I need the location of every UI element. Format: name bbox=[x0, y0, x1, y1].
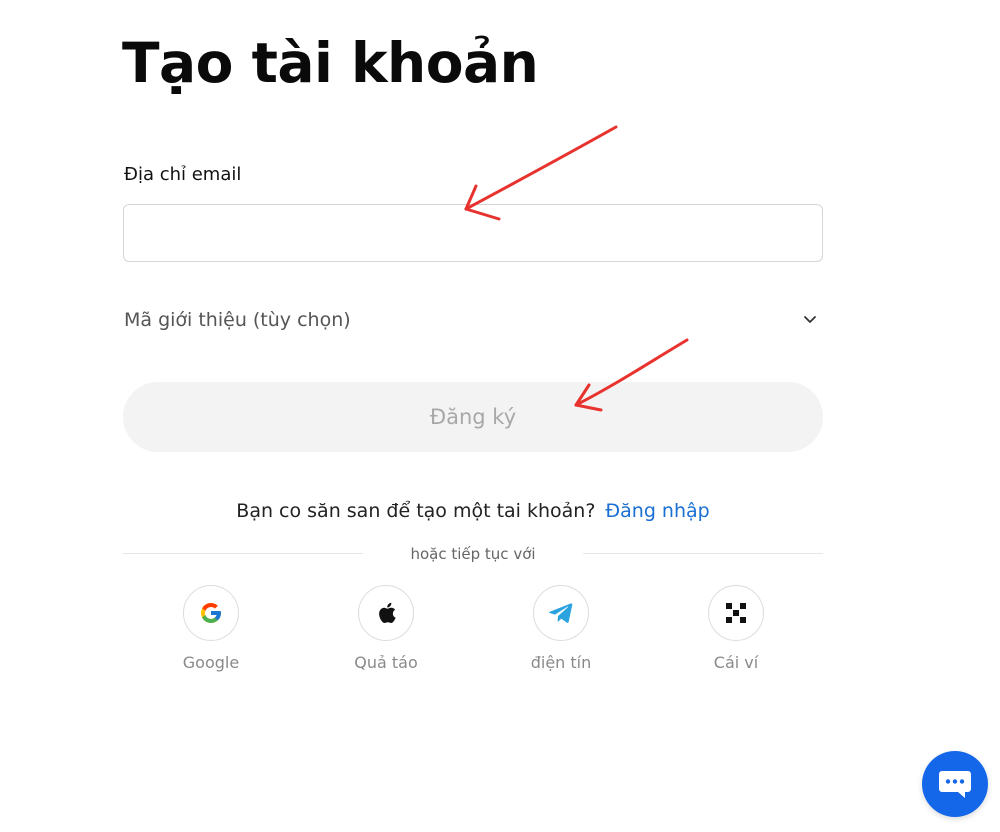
wallet-label: Cái ví bbox=[713, 653, 759, 672]
email-field[interactable] bbox=[123, 204, 823, 262]
google-icon bbox=[201, 603, 221, 623]
chevron-down-icon bbox=[804, 316, 816, 323]
google-icon-circle bbox=[183, 585, 239, 641]
signup-page: Tạo tài khoản Địa chỉ email Mã giới thiệ… bbox=[0, 0, 1000, 832]
divider-text: hoặc tiếp tục với bbox=[410, 545, 536, 563]
apple-login-button[interactable]: Quả táo bbox=[326, 585, 446, 674]
signup-button-label: Đăng ký bbox=[429, 405, 517, 429]
telegram-icon bbox=[549, 603, 573, 623]
telegram-icon-circle bbox=[533, 585, 589, 641]
page-title: Tạo tài khoản bbox=[122, 31, 539, 95]
wallet-login-button[interactable]: Cái ví bbox=[676, 585, 796, 674]
wallet-icon bbox=[726, 603, 746, 623]
apple-icon bbox=[379, 602, 396, 624]
apple-icon-circle bbox=[358, 585, 414, 641]
google-label: Google bbox=[182, 653, 240, 672]
login-prompt-row: Bạn co săn san để tạo một tai khoản? Đăng… bbox=[0, 497, 946, 525]
telegram-login-button[interactable]: điện tín bbox=[501, 585, 621, 674]
email-label: Địa chỉ email bbox=[124, 164, 242, 185]
referral-code-toggle[interactable]: Mã giới thiệu (tùy chọn) bbox=[123, 300, 823, 340]
divider-left bbox=[123, 553, 363, 554]
signup-button[interactable]: Đăng ký bbox=[123, 382, 823, 452]
divider-right bbox=[583, 553, 823, 554]
login-link[interactable]: Đăng nhập bbox=[605, 500, 709, 522]
apple-label: Quả táo bbox=[354, 653, 418, 672]
google-login-button[interactable]: Google bbox=[151, 585, 271, 674]
chat-bubble-icon bbox=[939, 771, 971, 798]
login-prompt-text: Bạn co săn san để tạo một tai khoản? bbox=[236, 500, 596, 522]
wallet-icon-circle bbox=[708, 585, 764, 641]
referral-code-label: Mã giới thiệu (tùy chọn) bbox=[124, 309, 351, 331]
telegram-label: điện tín bbox=[530, 653, 592, 672]
chat-support-button[interactable] bbox=[922, 751, 988, 817]
